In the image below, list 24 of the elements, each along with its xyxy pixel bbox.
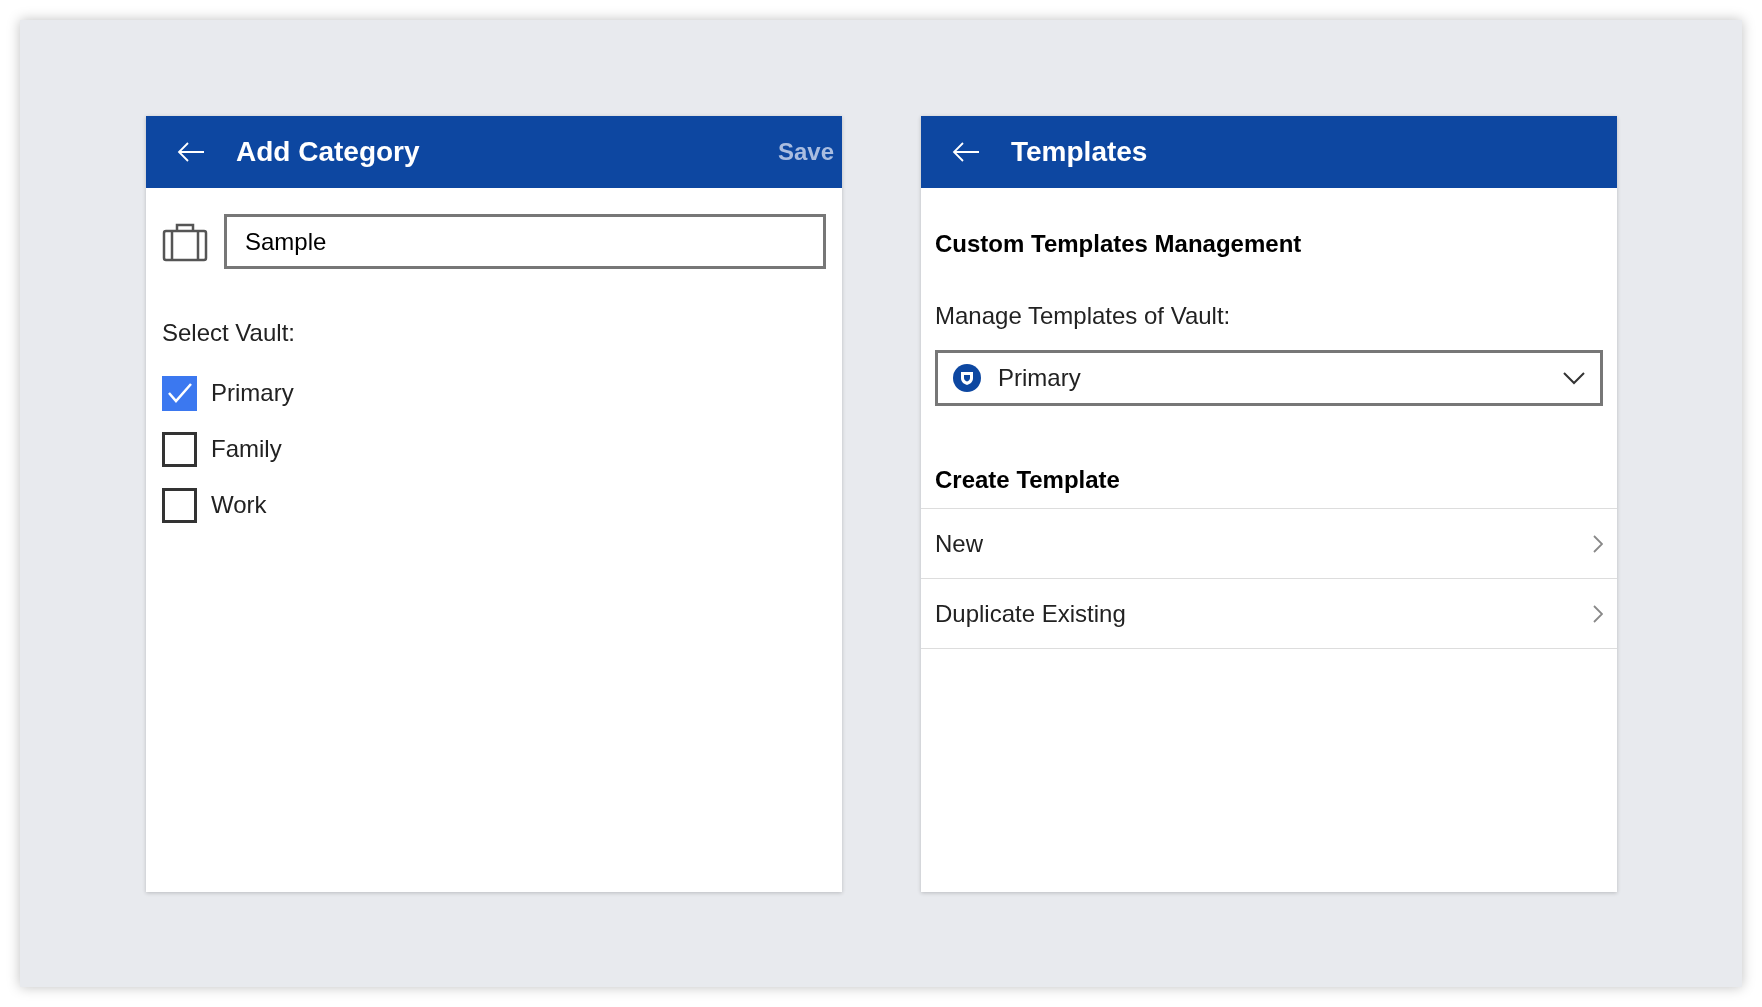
- back-arrow-icon[interactable]: [951, 140, 981, 164]
- vault-checkbox[interactable]: [162, 487, 197, 523]
- vault-label: Work: [211, 490, 267, 520]
- select-vault-label: Select Vault:: [161, 318, 296, 348]
- category-name-field[interactable]: Sample: [224, 214, 826, 269]
- panel-title: Templates: [1011, 135, 1148, 169]
- vault-checkbox[interactable]: [162, 375, 197, 411]
- vault-label: Primary: [211, 378, 294, 408]
- chevron-right-icon: [1593, 534, 1603, 553]
- dropdown-value: Primary: [998, 363, 1082, 393]
- briefcase-icon: [162, 221, 208, 262]
- back-arrow-icon[interactable]: [176, 140, 206, 164]
- shield-icon: [952, 363, 982, 393]
- manage-vault-label: Manage Templates of Vault:: [934, 301, 1232, 331]
- vault-label: Family: [211, 434, 282, 464]
- vault-dropdown[interactable]: Primary: [935, 350, 1603, 406]
- section-heading: Create Template: [934, 465, 1121, 495]
- chevron-down-icon: [1562, 371, 1586, 385]
- template-list-item[interactable]: Duplicate Existing: [921, 579, 1617, 649]
- template-list-item[interactable]: New: [921, 509, 1617, 579]
- chevron-right-icon: [1593, 604, 1603, 623]
- section-heading: Custom Templates Management: [934, 229, 1303, 259]
- vault-checkbox[interactable]: [162, 431, 197, 467]
- panel-title: Add Category: [236, 135, 421, 169]
